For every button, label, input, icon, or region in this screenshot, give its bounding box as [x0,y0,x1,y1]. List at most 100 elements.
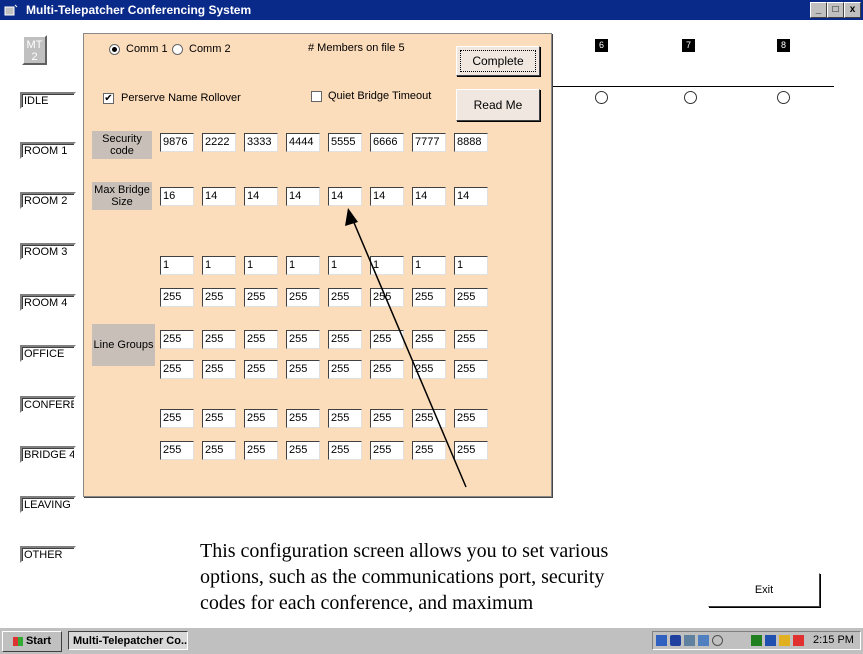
quiet-timeout-checkbox[interactable] [311,91,322,102]
line-group-field[interactable]: 1 [286,256,320,275]
network-icon[interactable] [684,635,695,646]
complete-button[interactable]: Complete [456,46,540,76]
tray-icon[interactable] [765,635,776,646]
tray-icon[interactable] [779,635,790,646]
maximize-button[interactable]: □ [827,2,844,18]
sidebar-item-idle[interactable]: IDLE [20,92,76,109]
max-bridge-size-label: Max Bridge Size [92,182,152,210]
speaker-icon[interactable] [698,635,709,646]
security-code-field[interactable]: 5555 [328,133,362,152]
exit-button[interactable]: Exit [708,573,820,607]
sidebar-item-room4[interactable]: ROOM 4 [20,294,76,311]
tray-icon[interactable] [670,635,681,646]
max-bridge-size-field[interactable]: 16 [160,187,194,206]
line-group-field[interactable]: 1 [412,256,446,275]
line-group-field[interactable]: 255 [244,360,278,379]
sidebar-item-bridge4[interactable]: BRIDGE 4 [20,446,76,463]
line-group-field[interactable]: 255 [202,441,236,460]
line-group-field[interactable]: 255 [160,360,194,379]
sidebar-item-other[interactable]: OTHER [20,546,76,563]
line-group-field[interactable]: 255 [286,441,320,460]
max-bridge-size-field[interactable]: 14 [202,187,236,206]
line-group-field[interactable]: 255 [328,360,362,379]
security-code-field[interactable]: 2222 [202,133,236,152]
comm1-radio[interactable] [109,44,120,55]
max-bridge-size-field[interactable]: 14 [370,187,404,206]
line-group-field[interactable]: 255 [370,441,404,460]
line-group-field[interactable]: 255 [160,441,194,460]
max-bridge-size-field[interactable]: 14 [454,187,488,206]
line-group-row: 255 255 255 255 255 255 255 255 [160,441,488,460]
max-bridge-size-field[interactable]: 14 [244,187,278,206]
line-group-field[interactable]: 1 [202,256,236,275]
line-group-field[interactable]: 255 [328,409,362,428]
line-group-field[interactable]: 1 [160,256,194,275]
security-code-field[interactable]: 4444 [286,133,320,152]
sidebar-item-office[interactable]: OFFICE [20,345,76,362]
tray-icon[interactable] [656,635,667,646]
max-bridge-size-row: 16 14 14 14 14 14 14 14 [160,187,488,206]
line-group-field[interactable]: 255 [328,288,362,307]
line-group-field[interactable]: 255 [202,409,236,428]
start-button[interactable]: Start [2,631,62,652]
line-group-field[interactable]: 255 [202,288,236,307]
line-group-field[interactable]: 1 [244,256,278,275]
line-group-field[interactable]: 255 [160,409,194,428]
line-group-field[interactable]: 255 [160,288,194,307]
line-group-field[interactable]: 255 [244,409,278,428]
line-group-field[interactable]: 255 [454,330,488,349]
comm2-radio[interactable] [172,44,183,55]
line-group-field[interactable]: 255 [412,330,446,349]
line-group-field[interactable]: 255 [328,441,362,460]
sidebar-item-leaving[interactable]: LEAVING [20,496,76,513]
line-group-field[interactable]: 1 [454,256,488,275]
security-code-field[interactable]: 9876 [160,133,194,152]
sidebar-item-conference[interactable]: CONFERENCE [20,396,76,413]
preserve-rollover-checkbox[interactable]: ✔ [103,93,114,104]
line-group-field[interactable]: 255 [412,288,446,307]
security-code-field[interactable]: 7777 [412,133,446,152]
line-group-field[interactable]: 1 [370,256,404,275]
line-group-field[interactable]: 255 [328,330,362,349]
read-me-button[interactable]: Read Me [456,89,540,121]
line-group-field[interactable]: 255 [286,288,320,307]
line-group-field[interactable]: 255 [370,288,404,307]
sidebar-item-room1[interactable]: ROOM 1 [20,142,76,159]
line-group-field[interactable]: 255 [454,360,488,379]
max-bridge-size-field[interactable]: 14 [328,187,362,206]
line-group-field[interactable]: 255 [202,360,236,379]
caption-text: This configuration screen allows you to … [200,540,609,614]
max-bridge-size-field[interactable]: 14 [286,187,320,206]
line-group-field[interactable]: 255 [454,288,488,307]
minimize-button[interactable]: _ [810,2,827,18]
tray-icon[interactable] [712,635,723,646]
line-group-field[interactable]: 255 [370,360,404,379]
line-group-field[interactable]: 255 [286,409,320,428]
line-group-field[interactable]: 255 [370,330,404,349]
sidebar-item-room3[interactable]: ROOM 3 [20,243,76,260]
security-code-field[interactable]: 8888 [454,133,488,152]
line-group-field[interactable]: 1 [328,256,362,275]
tray-icon[interactable] [751,635,762,646]
line-group-field[interactable]: 255 [244,330,278,349]
close-button[interactable]: x [844,2,861,18]
max-bridge-size-field[interactable]: 14 [412,187,446,206]
security-code-field[interactable]: 3333 [244,133,278,152]
line-group-field[interactable]: 255 [454,409,488,428]
line-group-field[interactable]: 255 [412,360,446,379]
tray-icon[interactable] [793,635,804,646]
line-group-field[interactable]: 255 [160,330,194,349]
line-group-field[interactable]: 255 [202,330,236,349]
line-group-field[interactable]: 255 [412,409,446,428]
line-group-field[interactable]: 255 [244,441,278,460]
task-button[interactable]: Multi-Telepatcher Co... [68,631,188,650]
line-group-field[interactable]: 255 [244,288,278,307]
line-group-field[interactable]: 255 [286,360,320,379]
sidebar-item-room2[interactable]: ROOM 2 [20,192,76,209]
mt2-logo[interactable]: MT 2 [22,35,47,65]
line-group-field[interactable]: 255 [370,409,404,428]
line-group-field[interactable]: 255 [412,441,446,460]
line-group-field[interactable]: 255 [454,441,488,460]
line-group-field[interactable]: 255 [286,330,320,349]
security-code-field[interactable]: 6666 [370,133,404,152]
